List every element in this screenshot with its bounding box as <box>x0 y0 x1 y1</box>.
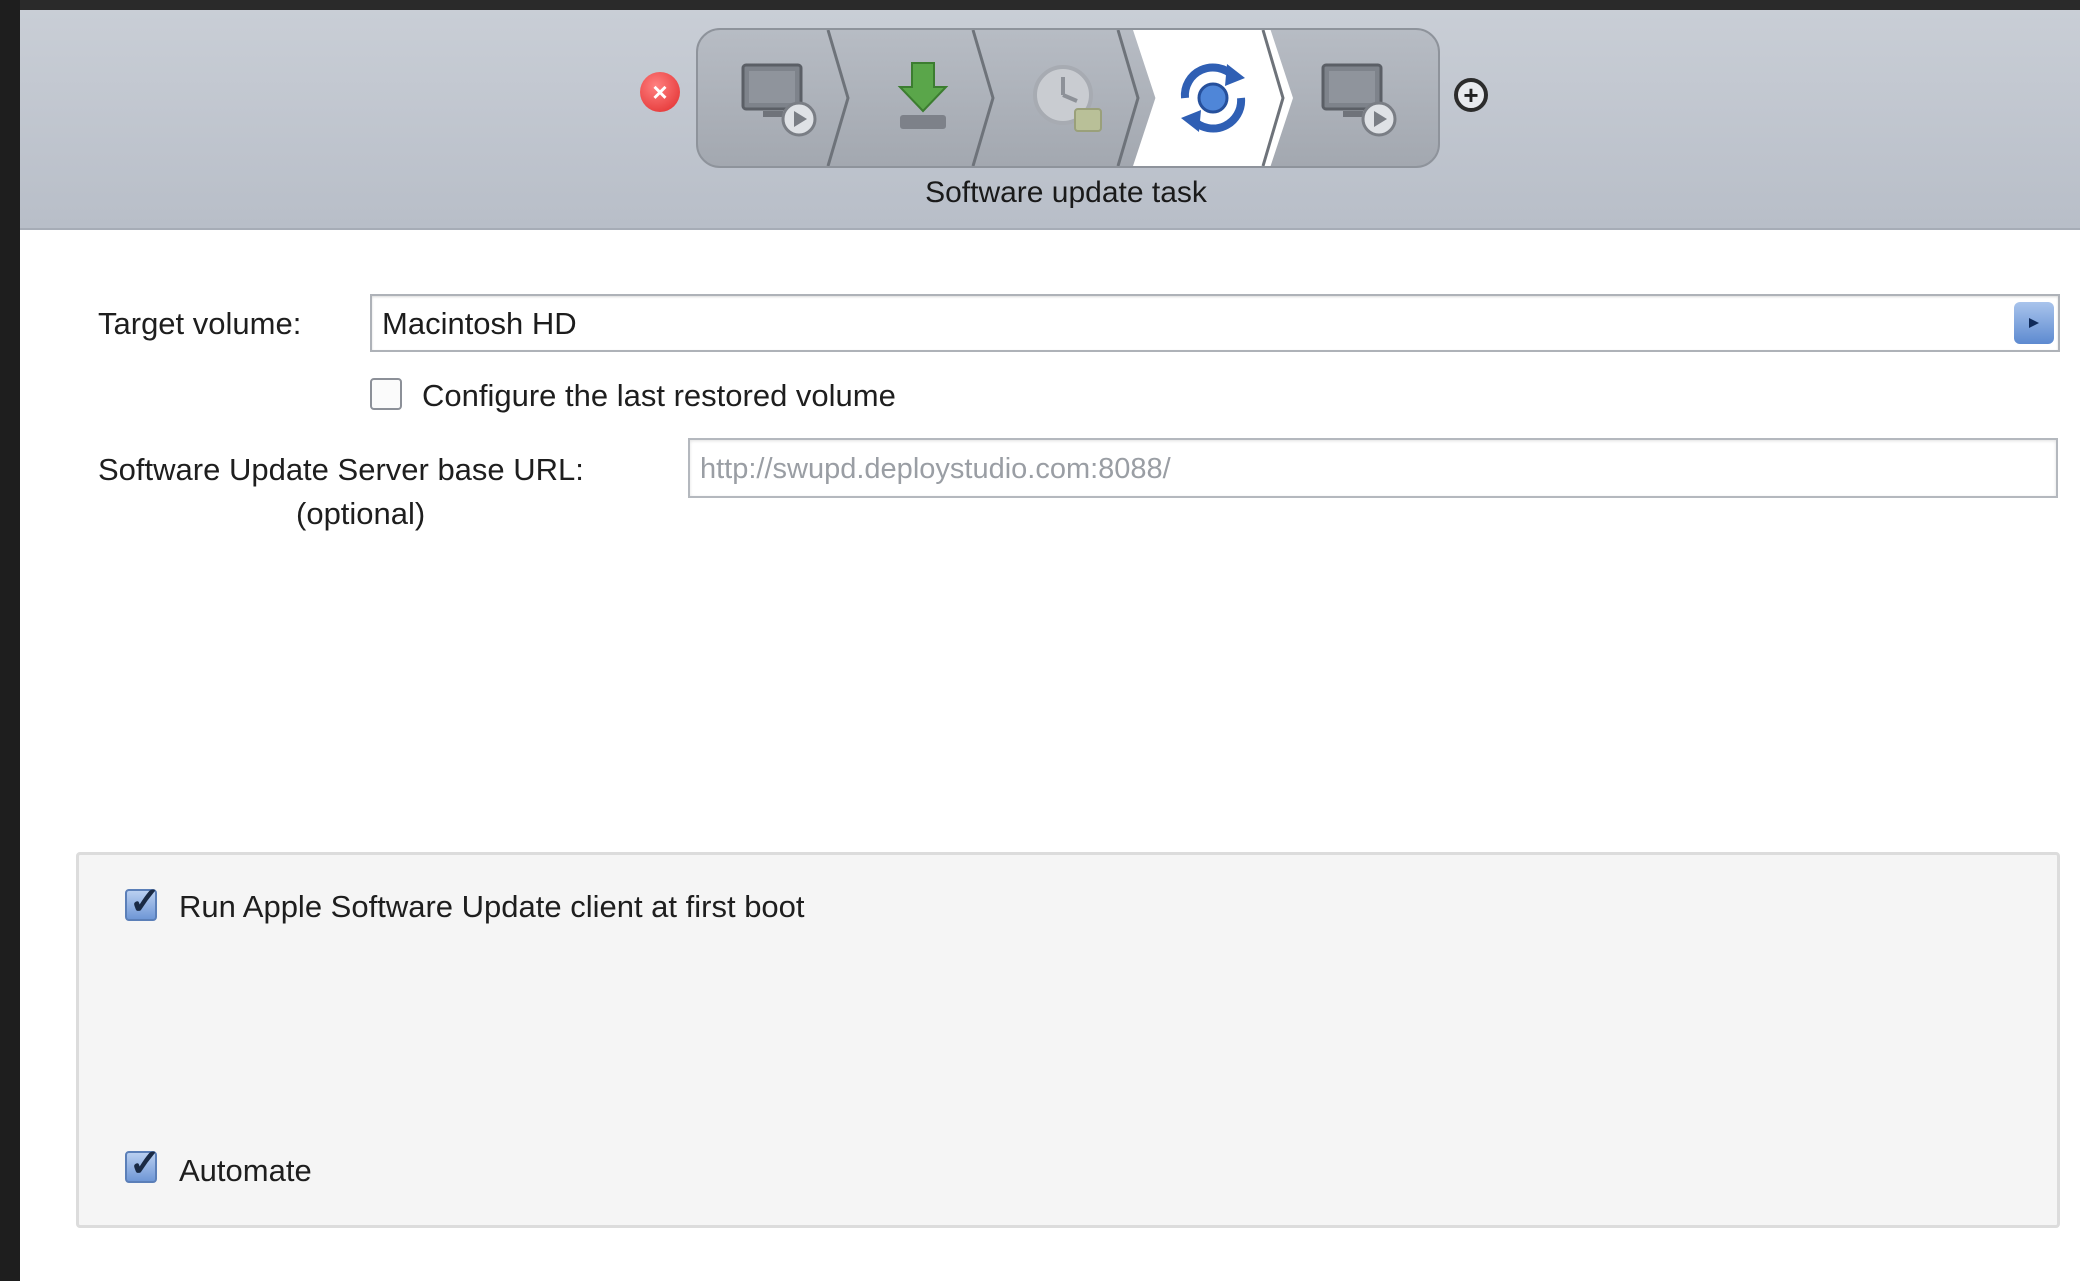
target-volume-value: Macintosh HD <box>382 306 577 341</box>
step-separator <box>971 30 995 166</box>
left-edge <box>0 0 20 1281</box>
remove-task-button[interactable]: × <box>640 72 680 112</box>
add-task-button[interactable]: + <box>1454 78 1488 112</box>
target-volume-popup[interactable]: Macintosh HD <box>370 294 2060 352</box>
remove-x-icon: × <box>652 76 668 107</box>
workflow-step-monitor-2[interactable] <box>1278 30 1438 166</box>
run-client-checkbox[interactable]: ✓ <box>125 881 161 923</box>
configure-last-restored-checkbox[interactable] <box>370 378 402 410</box>
run-client-label: Run Apple Software Update client at firs… <box>179 889 805 924</box>
server-url-optional-label: (optional) <box>296 496 426 531</box>
monitor-play-icon <box>1321 63 1397 137</box>
workflow-strip <box>696 28 1440 168</box>
server-url-field[interactable] <box>688 438 2058 498</box>
options-group-box: ✓ Run Apple Software Update client at fi… <box>76 852 2060 1228</box>
task-title: Software update task <box>925 176 1207 209</box>
plus-icon: + <box>1463 80 1479 110</box>
step-separator <box>826 30 850 166</box>
popup-arrow-icon <box>2014 302 2054 344</box>
task-editor-window: × + Software update task Target volume: … <box>20 10 2080 1281</box>
monitor-play-icon <box>741 63 817 137</box>
automate-checkbox[interactable]: ✓ <box>125 1143 161 1185</box>
server-url-label: Software Update Server base URL: <box>98 452 584 487</box>
software-update-icon <box>1180 63 1246 133</box>
clock-disk-icon <box>1033 65 1102 132</box>
target-volume-label: Target volume: <box>98 306 302 341</box>
step-separator <box>1116 30 1140 166</box>
automate-label: Automate <box>179 1153 312 1188</box>
step-separator <box>1261 30 1285 166</box>
workflow-toolbar: × + Software update task <box>20 10 2080 230</box>
download-arrow-icon <box>897 62 949 129</box>
checkmark-icon: ✓ <box>129 881 161 923</box>
checkmark-icon: ✓ <box>129 1143 161 1185</box>
configure-last-restored-label: Configure the last restored volume <box>422 378 896 413</box>
server-url-input[interactable] <box>698 448 2042 490</box>
